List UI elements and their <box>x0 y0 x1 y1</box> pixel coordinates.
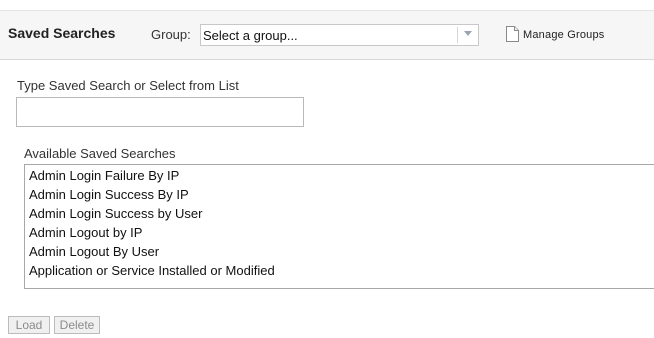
page-title: Saved Searches <box>8 25 116 41</box>
select-divider <box>457 27 458 43</box>
list-item[interactable]: Admin Logout By User <box>29 244 159 259</box>
saved-search-input[interactable] <box>16 97 304 127</box>
list-item[interactable]: Admin Login Success By IP <box>29 187 189 202</box>
chevron-down-icon[interactable] <box>464 31 472 36</box>
list-item[interactable]: Application or Service Installed or Modi… <box>29 263 275 278</box>
available-searches-list[interactable]: Admin Login Failure By IP Admin Login Su… <box>24 164 654 289</box>
list-item[interactable]: Admin Login Failure By IP <box>29 168 179 183</box>
group-select-value: Select a group... <box>203 28 298 43</box>
group-label: Group: <box>151 27 191 42</box>
group-select[interactable]: Select a group... <box>200 24 479 46</box>
delete-button[interactable]: Delete <box>54 316 100 334</box>
available-searches-label: Available Saved Searches <box>24 146 176 161</box>
saved-searches-header: Saved Searches Group: Select a group... … <box>0 11 654 60</box>
document-icon <box>506 26 519 42</box>
search-input-label: Type Saved Search or Select from List <box>17 78 239 93</box>
manage-groups-label: Manage Groups <box>523 29 605 41</box>
list-item[interactable]: Admin Login Success by User <box>29 206 202 221</box>
load-button[interactable]: Load <box>8 316 50 334</box>
list-item[interactable]: Admin Logout by IP <box>29 225 142 240</box>
